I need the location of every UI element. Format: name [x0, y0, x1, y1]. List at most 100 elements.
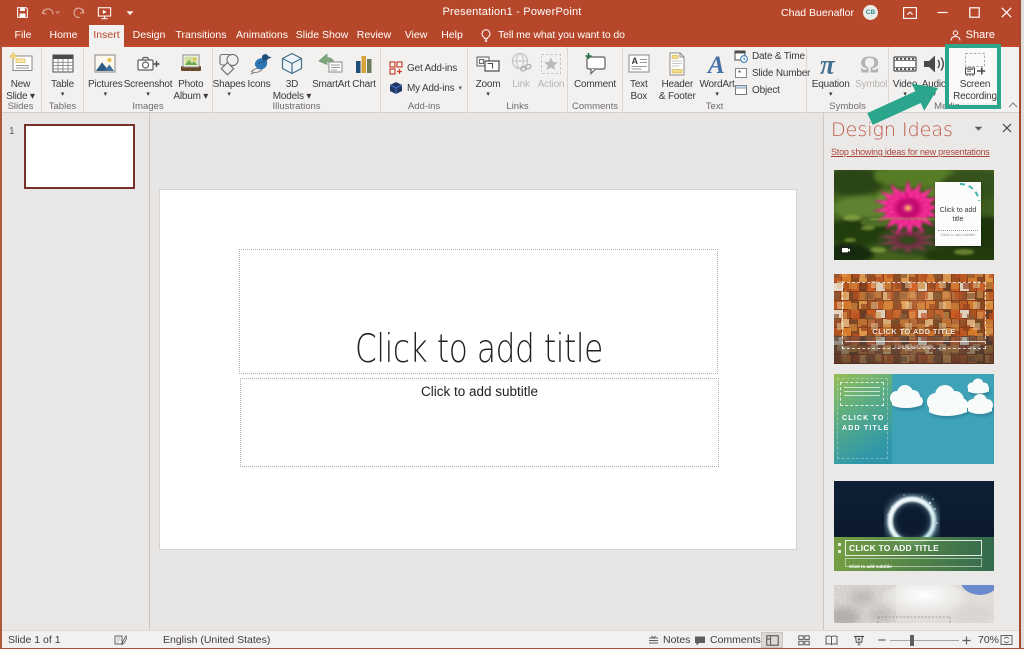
photo-album-button[interactable]: PhotoAlbum ▾: [170, 45, 213, 103]
label: Chart: [352, 79, 375, 91]
fit-slide-to-window-icon[interactable]: [1000, 631, 1013, 649]
label: Photo: [173, 79, 208, 91]
subtitle-placeholder[interactable]: Click to add subtitle: [240, 378, 719, 467]
tab-slide-show[interactable]: Slide Show: [292, 25, 352, 45]
share-person-icon: [950, 30, 961, 41]
table-button[interactable]: Table▾: [42, 45, 83, 103]
wordart-button[interactable]: A WordArt▾: [700, 45, 734, 103]
customize-qat-chevron-icon[interactable]: [122, 5, 138, 21]
ribbon-display-options-icon[interactable]: [894, 0, 926, 25]
design-thumbnail-dark-ring[interactable]: CLICK TO ADD TITLE Click to add subtitle: [834, 481, 994, 571]
screenshot-button[interactable]: Screenshot▾: [127, 45, 170, 103]
slide-number-icon: *: [734, 66, 748, 80]
tab-animations[interactable]: Animations: [232, 25, 292, 45]
label: Comments: [710, 634, 761, 646]
notes-button[interactable]: Notes: [648, 631, 690, 649]
design-thumbnail-teal-clouds[interactable]: CLICK TOADD TITLE: [834, 374, 994, 464]
label: Table: [51, 79, 74, 91]
design-thumbnail-water-lily[interactable]: Click to addtitle Click to add subtitle: [834, 170, 994, 260]
header-footer-button[interactable]: Header& Footer: [655, 45, 700, 103]
minimize-icon[interactable]: [926, 0, 958, 25]
zoom-out-button[interactable]: [878, 631, 886, 649]
design-ideas-chevron-icon[interactable]: [974, 126, 983, 132]
3d-models-button[interactable]: 3DModels ▾: [273, 45, 311, 103]
close-icon[interactable]: [990, 0, 1022, 25]
share-button[interactable]: Share: [950, 25, 995, 45]
date-time-button[interactable]: Date & Time: [734, 49, 806, 63]
comment-button[interactable]: Comment: [568, 45, 622, 103]
label: 70%: [978, 634, 999, 646]
tab-design[interactable]: Design: [128, 25, 170, 45]
zoom-slider-track[interactable]: [890, 640, 959, 641]
new-slide-button[interactable]: NewSlide ▾: [0, 45, 41, 103]
undo-icon[interactable]: [40, 5, 60, 21]
design-ideas-close-icon[interactable]: [1002, 123, 1012, 133]
equation-button[interactable]: π Equation▾: [807, 45, 854, 103]
slide-1-thumbnail[interactable]: [24, 124, 135, 189]
tab-home[interactable]: Home: [42, 25, 85, 45]
label: 3D: [273, 79, 311, 91]
slide-sorter-icon[interactable]: [793, 632, 815, 648]
chart-button[interactable]: Chart: [351, 45, 377, 103]
label: Comment: [574, 79, 616, 91]
pictures-button[interactable]: Pictures▾: [84, 45, 127, 103]
object-button[interactable]: Object: [734, 83, 806, 97]
tab-transitions[interactable]: Transitions: [170, 25, 232, 45]
slide-show-icon[interactable]: [848, 632, 870, 648]
svg-text:A: A: [706, 52, 725, 77]
language-indicator[interactable]: English (United States): [163, 631, 270, 649]
maximize-icon[interactable]: [958, 0, 990, 25]
comments-button[interactable]: Comments: [694, 631, 761, 649]
smartart-button[interactable]: SmartArt: [311, 45, 351, 103]
ribbon-group-images: Pictures▾ Screenshot▾ PhotoAlbum ▾ Image…: [84, 45, 213, 113]
shapes-button[interactable]: Shapes▾: [213, 45, 245, 103]
equation-icon: π: [817, 49, 845, 79]
avatar[interactable]: CB: [863, 5, 878, 20]
redo-icon[interactable]: [70, 5, 86, 21]
tab-view[interactable]: View: [396, 25, 436, 45]
reading-view-icon[interactable]: [820, 632, 842, 648]
label: Click to add subtitle: [843, 344, 985, 349]
action-button[interactable]: Action: [536, 45, 566, 103]
svg-text:*: *: [738, 69, 741, 78]
label: Links: [468, 101, 567, 112]
zoom-level[interactable]: 70%: [978, 631, 999, 649]
lightbulb-icon: [481, 29, 491, 42]
my-add-ins-icon: [389, 81, 403, 95]
text-box-button[interactable]: A TextBox: [623, 45, 655, 103]
slide-number-button[interactable]: * Slide Number: [734, 66, 806, 80]
title-placeholder[interactable]: Click to add title: [239, 249, 718, 374]
tell-me-box[interactable]: Tell me what you want to do: [481, 25, 625, 45]
slide-indicator[interactable]: Slide 1 of 1: [8, 631, 61, 649]
ribbon-group-add-ins: Get Add-ins My Add-ins ▾ Add-ins: [381, 45, 468, 113]
design-thumbnail-orange-mosaic[interactable]: CLICK TO ADD TITLE Click to add subtitle: [834, 274, 994, 364]
my-add-ins-button[interactable]: My Add-ins ▾: [389, 81, 462, 95]
spell-check-icon[interactable]: [114, 631, 127, 649]
zoom-slider-thumb[interactable]: [910, 635, 914, 646]
powerpoint-window: Presentation1 - PowerPoint Chad Buenaflo…: [0, 0, 1024, 649]
normal-view-icon[interactable]: [761, 632, 783, 648]
zoom-in-button[interactable]: [962, 631, 971, 649]
tab-review[interactable]: Review: [352, 25, 396, 45]
stop-showing-ideas-link[interactable]: Stop showing ideas for new presentations: [831, 147, 990, 157]
start-from-beginning-icon[interactable]: [96, 5, 112, 21]
link-button[interactable]: Link: [506, 45, 536, 103]
design-thumbnail-gray-texture[interactable]: [834, 585, 994, 623]
zoom-button[interactable]: Zoom▾: [470, 45, 506, 103]
tab-help[interactable]: Help: [436, 25, 468, 45]
ribbon-group-slides: NewSlide ▾ Slides: [0, 45, 42, 113]
label: Illustrations: [213, 101, 380, 112]
get-add-ins-button[interactable]: Get Add-ins: [389, 61, 457, 75]
label: Icons: [248, 79, 271, 91]
tab-insert[interactable]: Insert: [89, 25, 124, 47]
label: SmartArt: [312, 79, 350, 91]
tab-file[interactable]: File: [4, 25, 42, 45]
collapse-ribbon-icon[interactable]: [1008, 102, 1018, 108]
label: ▾: [458, 84, 461, 92]
label: Zoom: [476, 79, 501, 91]
label: Click to add subtitle: [938, 230, 978, 237]
label: ▾: [88, 91, 123, 99]
save-icon[interactable]: [14, 5, 30, 21]
icons-button[interactable]: Icons: [245, 45, 273, 103]
shapes-icon: [216, 49, 242, 79]
